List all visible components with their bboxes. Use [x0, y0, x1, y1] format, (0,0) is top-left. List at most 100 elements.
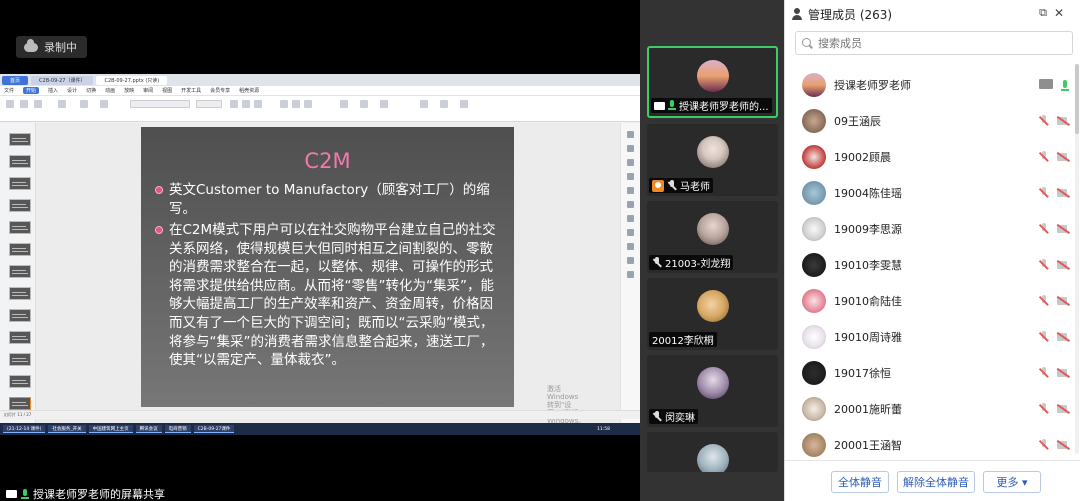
taskbar-item[interactable]: 社会服务_开关: [48, 425, 86, 433]
mic-off-icon[interactable]: [1039, 331, 1049, 343]
paste-icon[interactable]: [6, 100, 14, 108]
unmute-all-button[interactable]: 解除全体静音: [897, 471, 975, 493]
wps-menu-devtools[interactable]: 开发工具: [181, 87, 201, 94]
mic-off-icon[interactable]: [1039, 439, 1049, 451]
wps-tab-pptx[interactable]: C2B-09-27.pptx (只读): [96, 75, 168, 85]
wps-menu-design[interactable]: 设计: [67, 87, 77, 94]
arrange-icon[interactable]: [380, 100, 388, 108]
mic-off-icon[interactable]: [1039, 151, 1049, 163]
member-row[interactable]: 20001施昕蕾: [785, 391, 1080, 427]
slide-thumb[interactable]: [9, 221, 31, 234]
wps-menu-slideshow[interactable]: 放映: [124, 87, 134, 94]
current-slide[interactable]: C2M 英文Customer to Manufactory（顾客对工厂）的缩写。…: [141, 127, 585, 425]
camera-off-icon[interactable]: [1057, 152, 1071, 162]
slide-thumb[interactable]: [9, 199, 31, 212]
member-row[interactable]: 19017徐恒: [785, 355, 1080, 391]
camera-off-icon[interactable]: [1057, 440, 1071, 450]
slide-thumb[interactable]: [9, 331, 31, 344]
tool-icon[interactable]: [627, 173, 634, 180]
tool-icon[interactable]: [627, 131, 634, 138]
tool-icon[interactable]: [627, 229, 634, 236]
slide-thumb[interactable]: [9, 375, 31, 388]
slide-thumb[interactable]: [9, 309, 31, 322]
wps-menu-resources[interactable]: 稻壳资源: [239, 87, 259, 94]
wps-tab-home[interactable]: 首页: [2, 75, 29, 85]
member-row[interactable]: 19009李思源: [785, 211, 1080, 247]
select-icon[interactable]: [440, 100, 448, 108]
video-tile[interactable]: 闵奕琳: [647, 355, 778, 427]
font-select[interactable]: [130, 100, 190, 108]
tool-icon[interactable]: [627, 243, 634, 250]
member-list-scrollbar[interactable]: [1075, 64, 1079, 454]
mic-off-icon[interactable]: [1039, 403, 1049, 415]
wps-menu-animation[interactable]: 动画: [105, 87, 115, 94]
member-row[interactable]: 20001王涵智: [785, 427, 1080, 463]
scrollbar-thumb[interactable]: [1075, 64, 1079, 134]
find-icon[interactable]: [420, 100, 428, 108]
taskbar-item[interactable]: (21-12-14 课件): [3, 425, 46, 433]
taskbar-item[interactable]: 腾讯会议: [135, 425, 162, 433]
format-painter-icon[interactable]: [58, 100, 66, 108]
camera-off-icon[interactable]: [1057, 188, 1071, 198]
camera-off-icon[interactable]: [1057, 332, 1071, 342]
member-row[interactable]: 19010周诗雅: [785, 319, 1080, 355]
wps-menu-transition[interactable]: 切换: [86, 87, 96, 94]
font-size-select[interactable]: [196, 100, 222, 108]
slide-thumb-current[interactable]: [9, 397, 31, 410]
video-tile[interactable]: 马老师: [647, 124, 778, 196]
replace-icon[interactable]: [460, 100, 468, 108]
slide-thumb[interactable]: [9, 265, 31, 278]
member-row[interactable]: 授课老师罗老师: [785, 67, 1080, 103]
wps-menu-review[interactable]: 审阅: [143, 87, 153, 94]
taskbar-item[interactable]: 中国建筑网上主页: [88, 425, 133, 433]
mic-off-icon[interactable]: [1039, 115, 1049, 127]
mic-off-icon[interactable]: [1039, 295, 1049, 307]
member-row[interactable]: 19004陈佳瑶: [785, 175, 1080, 211]
video-tile[interactable]: 授课老师罗老师的...: [647, 46, 778, 118]
new-slide-icon[interactable]: [80, 100, 88, 108]
wps-menu-file[interactable]: 文件: [4, 87, 14, 94]
video-tile[interactable]: 20012李欣桐: [647, 278, 778, 350]
mic-off-icon[interactable]: [1039, 187, 1049, 199]
member-row[interactable]: 19010俞陆佳: [785, 283, 1080, 319]
tool-icon[interactable]: [627, 145, 634, 152]
mic-off-icon[interactable]: [1039, 367, 1049, 379]
member-search[interactable]: [795, 31, 1073, 55]
member-row[interactable]: 19010李雯慧: [785, 247, 1080, 283]
popout-icon[interactable]: ⧉: [1037, 7, 1049, 19]
member-row[interactable]: 19002顾晨: [785, 139, 1080, 175]
member-row[interactable]: 09王涵辰: [785, 103, 1080, 139]
wps-tab-doc[interactable]: C2B-09-27（课件）: [31, 75, 94, 85]
slide-thumb[interactable]: [9, 353, 31, 366]
recording-badge[interactable]: 录制中: [16, 36, 87, 58]
camera-off-icon[interactable]: [1057, 260, 1071, 270]
video-tile[interactable]: 21003-刘龙翔: [647, 201, 778, 273]
align-left-icon[interactable]: [280, 100, 288, 108]
camera-off-icon[interactable]: [1057, 116, 1071, 126]
wps-menu-insert[interactable]: 插入: [48, 87, 58, 94]
mute-all-button[interactable]: 全体静音: [831, 471, 889, 493]
tool-icon[interactable]: [627, 187, 634, 194]
textbox-icon[interactable]: [340, 100, 348, 108]
slide-thumb[interactable]: [9, 177, 31, 190]
wps-menu-member[interactable]: 会员专享: [210, 87, 230, 94]
taskbar-item[interactable]: 电商营销: [164, 425, 191, 433]
copy-icon[interactable]: [34, 100, 42, 108]
tool-icon[interactable]: [627, 215, 634, 222]
wps-menu-view[interactable]: 视图: [162, 87, 172, 94]
video-tile[interactable]: [647, 432, 778, 472]
camera-off-icon[interactable]: [1057, 224, 1071, 234]
tool-icon[interactable]: [627, 271, 634, 278]
camera-off-icon[interactable]: [1057, 368, 1071, 378]
mic-on-icon[interactable]: [1060, 80, 1074, 91]
slide-thumb[interactable]: [9, 243, 31, 256]
layout-icon[interactable]: [100, 100, 108, 108]
align-right-icon[interactable]: [304, 100, 312, 108]
slide-thumb[interactable]: [9, 287, 31, 300]
align-center-icon[interactable]: [292, 100, 300, 108]
camera-off-icon[interactable]: [1057, 296, 1071, 306]
more-button[interactable]: 更多 ▾: [983, 471, 1041, 493]
tool-icon[interactable]: [627, 257, 634, 264]
slide-thumb[interactable]: [9, 133, 31, 146]
wps-menu-start[interactable]: 开始: [23, 87, 40, 94]
